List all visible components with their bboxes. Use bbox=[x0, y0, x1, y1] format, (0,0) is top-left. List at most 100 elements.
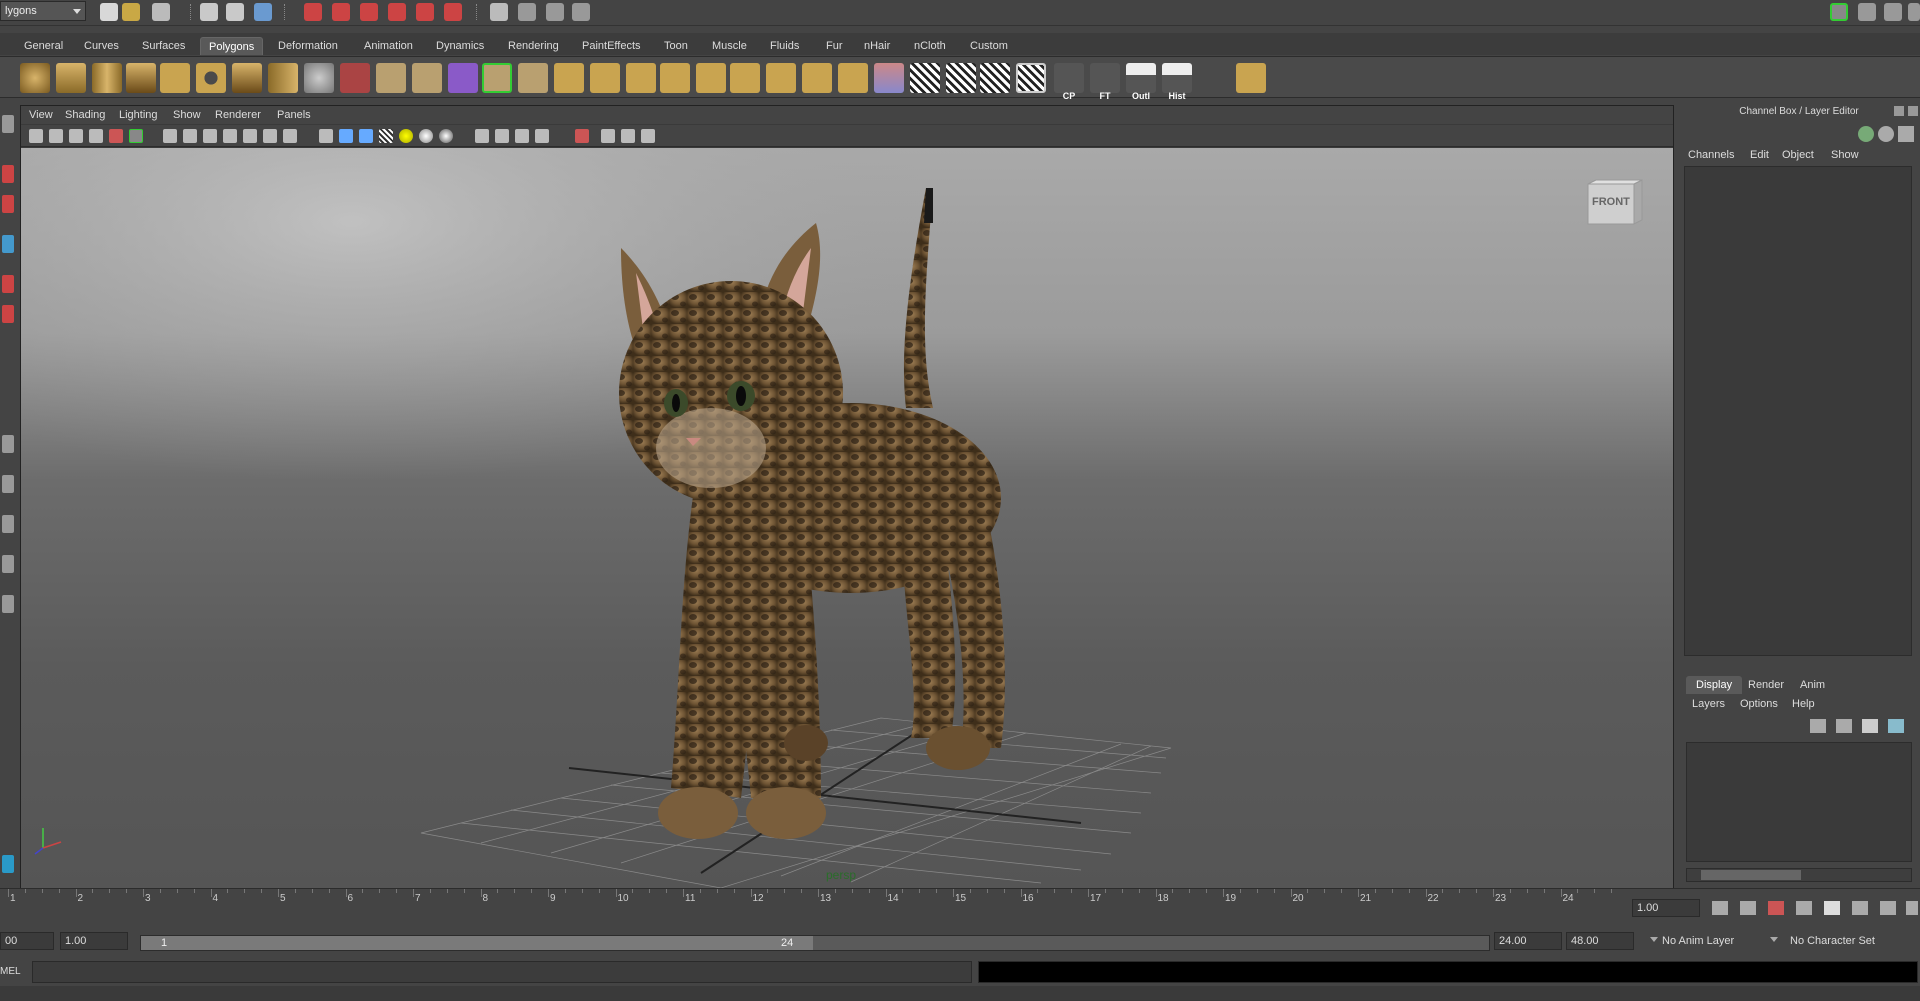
float-panel-icon[interactable] bbox=[1894, 106, 1904, 116]
2d-pan-zoom-icon[interactable] bbox=[109, 129, 123, 143]
hud-icon[interactable] bbox=[601, 129, 615, 143]
render-settings-icon[interactable] bbox=[572, 3, 590, 21]
tab-toon[interactable]: Toon bbox=[656, 37, 696, 55]
range-slider[interactable]: 1 24 bbox=[140, 935, 1490, 951]
tab-fluids[interactable]: Fluids bbox=[762, 37, 807, 55]
resolution-gate-icon[interactable] bbox=[203, 129, 217, 143]
layout-persp-graph-icon[interactable] bbox=[2, 555, 14, 573]
poly-torus-icon[interactable] bbox=[196, 63, 226, 93]
camera-attributes-icon[interactable] bbox=[49, 129, 63, 143]
menu-edit[interactable]: Edit bbox=[1750, 149, 1769, 161]
boolean-icon[interactable] bbox=[412, 63, 442, 93]
select-camera-icon[interactable] bbox=[29, 129, 43, 143]
step-back-key-icon[interactable] bbox=[1740, 901, 1756, 915]
backface-icon[interactable] bbox=[535, 129, 549, 143]
grid-icon[interactable] bbox=[163, 129, 177, 143]
menu-options[interactable]: Options bbox=[1740, 698, 1778, 710]
tab-display[interactable]: Display bbox=[1686, 676, 1743, 694]
isolate-select-icon[interactable] bbox=[475, 129, 489, 143]
play-forward-icon[interactable] bbox=[1824, 901, 1840, 915]
smooth-shade-icon[interactable] bbox=[339, 129, 353, 143]
view-cube[interactable]: FRONT bbox=[1586, 178, 1644, 230]
close-icon[interactable] bbox=[1908, 106, 1918, 116]
snap-curve-icon[interactable] bbox=[332, 3, 350, 21]
rotate-tool-icon[interactable] bbox=[2, 275, 14, 293]
menu-show[interactable]: Show bbox=[173, 109, 201, 121]
select-hierarchy-icon[interactable] bbox=[200, 3, 218, 21]
scroll-thumb[interactable] bbox=[1701, 870, 1801, 880]
render-view-icon[interactable] bbox=[490, 3, 508, 21]
tab-anim[interactable]: Anim bbox=[1790, 676, 1835, 694]
menu-layers[interactable]: Layers bbox=[1692, 698, 1725, 710]
safe-action-icon[interactable] bbox=[263, 129, 277, 143]
share-icon[interactable] bbox=[641, 129, 655, 143]
go-to-start-icon[interactable] bbox=[1712, 901, 1728, 915]
character-set-selector[interactable]: No Character Set bbox=[1790, 935, 1875, 947]
ipr-render-icon[interactable] bbox=[546, 3, 564, 21]
attribute-editor-icon[interactable] bbox=[1858, 3, 1876, 21]
command-language-label[interactable]: MEL bbox=[0, 966, 21, 977]
wedge-icon[interactable] bbox=[766, 63, 796, 93]
menu-view[interactable]: View bbox=[29, 109, 53, 121]
menu-lighting[interactable]: Lighting bbox=[119, 109, 158, 121]
layout-four-icon[interactable] bbox=[2, 475, 14, 493]
poly-pyramid-icon[interactable] bbox=[232, 63, 262, 93]
grease-pencil-icon[interactable] bbox=[129, 129, 143, 143]
layer-from-selected-icon[interactable] bbox=[1836, 719, 1852, 733]
poly-pipe-icon[interactable] bbox=[268, 63, 298, 93]
snap-grid-icon[interactable] bbox=[304, 3, 322, 21]
cylindrical-map-icon[interactable] bbox=[946, 63, 976, 93]
playback-start-field[interactable]: 1.00 bbox=[60, 932, 128, 950]
uv-editor-icon[interactable] bbox=[1236, 63, 1266, 93]
merge-vertices-icon[interactable] bbox=[660, 63, 690, 93]
lasso-tool-icon[interactable] bbox=[2, 165, 14, 183]
scale-tool-icon[interactable] bbox=[2, 305, 14, 323]
layer-list[interactable] bbox=[1686, 742, 1912, 862]
shadows-icon[interactable] bbox=[419, 129, 433, 143]
play-backward-icon[interactable] bbox=[1796, 901, 1812, 915]
tab-fur[interactable]: Fur bbox=[818, 37, 851, 55]
tab-surfaces[interactable]: Surfaces bbox=[134, 37, 193, 55]
paint-select-icon[interactable] bbox=[2, 195, 14, 213]
tab-deformation[interactable]: Deformation bbox=[270, 37, 346, 55]
snap-live-icon[interactable] bbox=[416, 3, 434, 21]
high-quality-icon[interactable] bbox=[439, 129, 453, 143]
channel-list[interactable] bbox=[1684, 166, 1912, 656]
move-tool-icon[interactable] bbox=[2, 235, 14, 253]
append-polygon-icon[interactable] bbox=[554, 63, 584, 93]
tab-custom[interactable]: Custom bbox=[962, 37, 1016, 55]
use-all-lights-icon[interactable] bbox=[399, 129, 413, 143]
menu-panels[interactable]: Panels bbox=[277, 109, 311, 121]
step-forward-key-icon[interactable] bbox=[1852, 901, 1868, 915]
go-to-end-icon[interactable] bbox=[1880, 901, 1896, 915]
poly-sphere-icon[interactable] bbox=[20, 63, 50, 93]
wireframe-on-shaded-icon[interactable] bbox=[359, 129, 373, 143]
smooth-icon[interactable] bbox=[448, 63, 478, 93]
select-object-icon[interactable] bbox=[226, 3, 244, 21]
bridge-icon[interactable] bbox=[518, 63, 548, 93]
magnet-icon[interactable] bbox=[444, 3, 462, 21]
layout-single-icon[interactable] bbox=[2, 435, 14, 453]
poke-icon[interactable] bbox=[802, 63, 832, 93]
field-chart-icon[interactable] bbox=[243, 129, 257, 143]
planar-map-icon[interactable] bbox=[910, 63, 940, 93]
viewport-3d[interactable]: FRONT persp bbox=[21, 148, 1673, 888]
layout-two-icon[interactable] bbox=[2, 515, 14, 533]
menu-object[interactable]: Object bbox=[1782, 149, 1814, 161]
split-polygon-icon[interactable] bbox=[590, 63, 620, 93]
open-scene-icon[interactable] bbox=[122, 3, 140, 21]
image-plane-icon[interactable] bbox=[89, 129, 103, 143]
extrude-icon[interactable] bbox=[482, 63, 512, 93]
gate-mask-icon[interactable] bbox=[223, 129, 237, 143]
film-gate-icon[interactable] bbox=[183, 129, 197, 143]
toggle-sidebar-icon[interactable] bbox=[1830, 3, 1848, 21]
menu-help[interactable]: Help bbox=[1792, 698, 1815, 710]
spherical-map-icon[interactable] bbox=[980, 63, 1010, 93]
center-pivot-icon[interactable]: CP bbox=[1054, 63, 1084, 101]
safe-title-icon[interactable] bbox=[283, 129, 297, 143]
tab-ncloth[interactable]: nCloth bbox=[906, 37, 954, 55]
poly-cube-icon[interactable] bbox=[56, 63, 86, 93]
wireframe-icon[interactable] bbox=[319, 129, 333, 143]
duplicate-face-icon[interactable] bbox=[838, 63, 868, 93]
command-input[interactable] bbox=[32, 961, 972, 983]
